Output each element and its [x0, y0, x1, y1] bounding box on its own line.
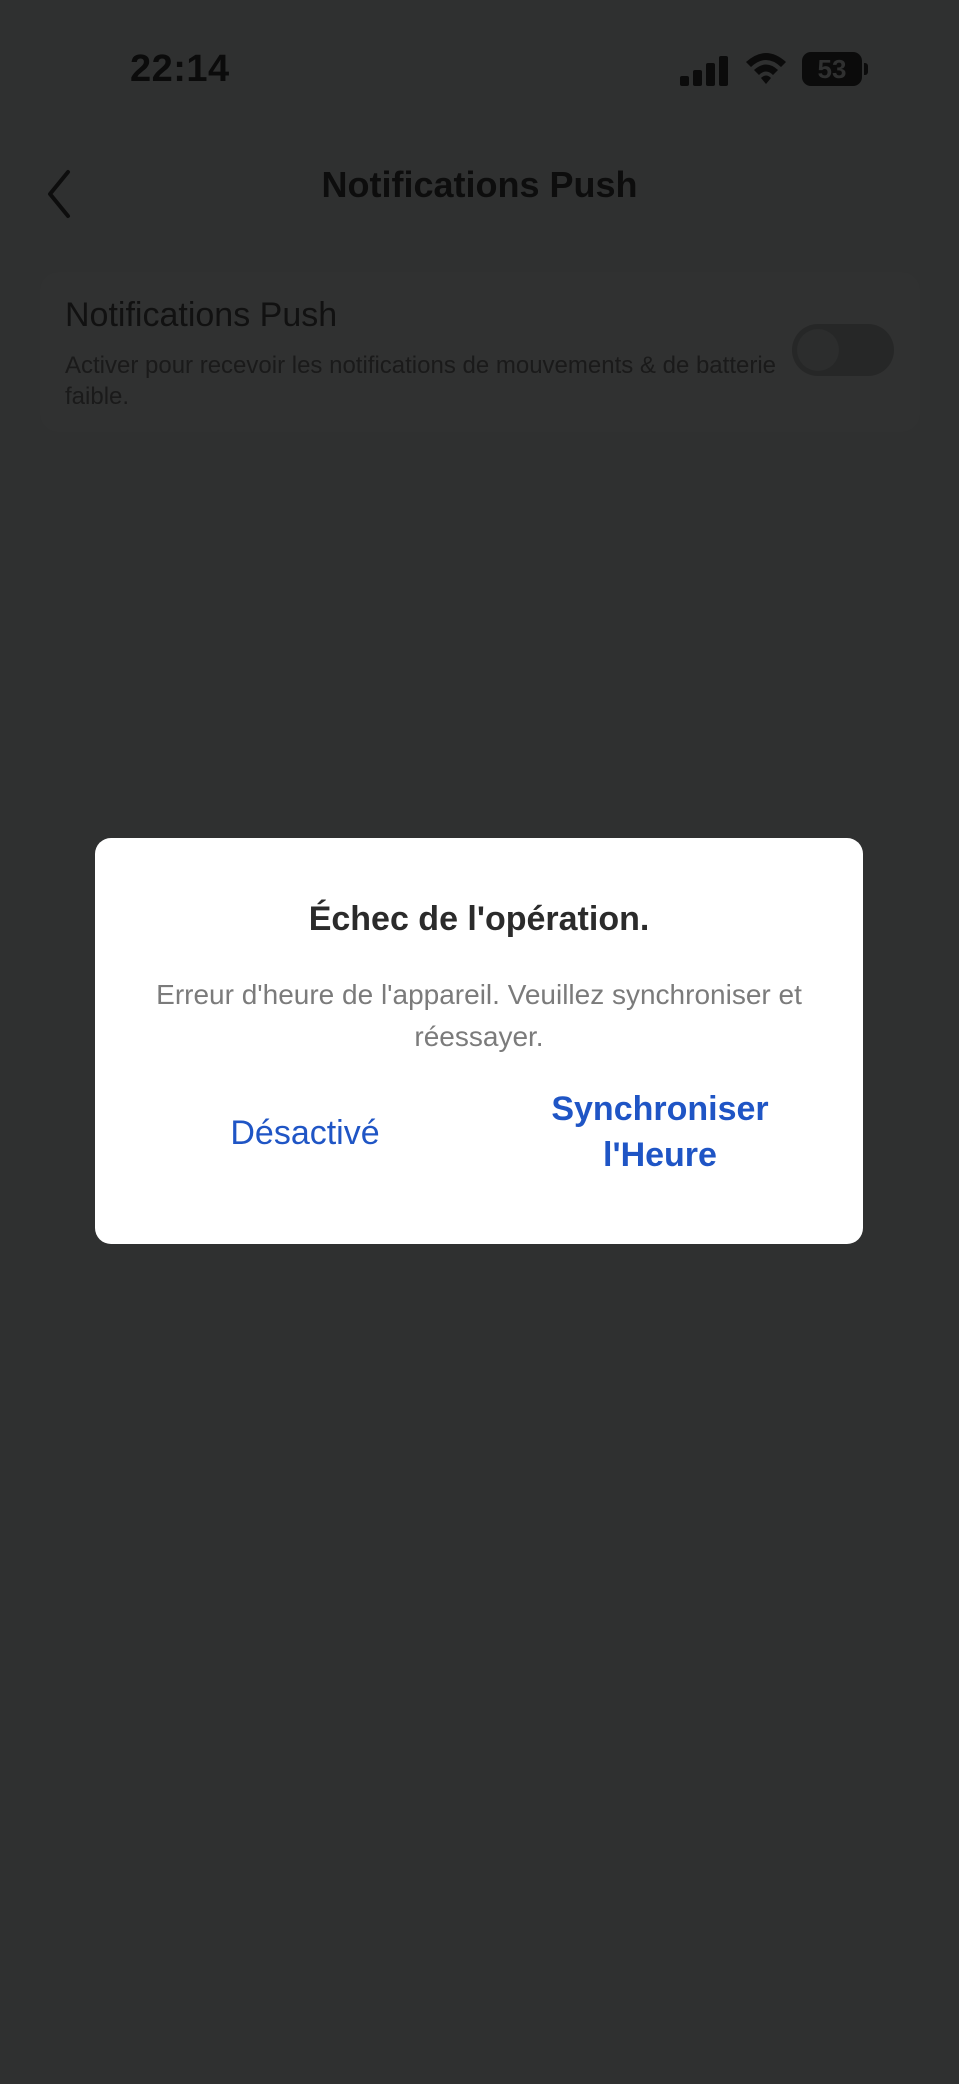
dialog-message: Erreur d'heure de l'appareil. Veuillez s…	[156, 979, 802, 1052]
status-bar: 22:14 53	[0, 0, 959, 140]
page-title: Notifications Push	[321, 164, 638, 205]
dialog-title: Échec de l'opération.	[308, 900, 650, 938]
header: Notifications Push	[0, 140, 959, 250]
wifi-icon	[746, 53, 786, 84]
setting-description: Activer pour recevoir les notifications …	[65, 352, 777, 410]
push-notifications-toggle[interactable]	[792, 324, 894, 376]
sync-time-button[interactable]: Synchroniser l'Heure	[495, 1086, 825, 1178]
push-notifications-setting: Notifications Push Activer pour recevoir…	[40, 272, 920, 432]
status-time: 22:14	[130, 48, 230, 90]
toggle-knob	[797, 329, 839, 371]
setting-title: Notifications Push	[65, 296, 338, 334]
battery-icon: 53	[802, 52, 868, 86]
cellular-signal-icon	[680, 56, 730, 86]
error-dialog: Échec de l'opération. Erreur d'heure de …	[95, 838, 863, 1244]
disable-button[interactable]: Désactivé	[155, 1110, 455, 1156]
